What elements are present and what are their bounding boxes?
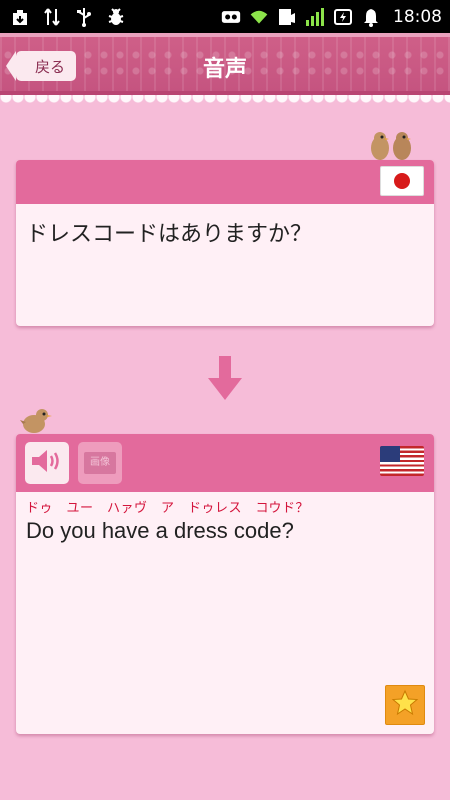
notification-bell-icon [361,7,381,27]
status-bar: 18:08 [0,0,450,33]
source-card-header [16,160,434,204]
lace-divider [0,95,450,109]
battery-icon [333,7,353,27]
call-icon [277,7,297,27]
translation-text: Do you have a dress code? [26,518,294,543]
pronunciation-reading: ドゥ ユー ハァヴ ア ドゥレス コウド？ [26,501,309,516]
translation-card-header: 画像 [16,434,434,492]
japan-flag-icon [380,166,424,196]
play-audio-button[interactable] [25,442,69,484]
image-button-label: 画像 [84,452,116,474]
usb-data-icon [42,7,62,27]
image-button[interactable]: 画像 [78,442,122,484]
clock-time: 18:08 [393,6,442,27]
voicemail-icon [221,7,241,27]
bug-icon [106,7,126,27]
translation-card: 画像 [16,434,434,734]
arrow-down-icon [208,356,242,400]
speaker-icon [30,447,64,479]
signal-icon [305,7,325,27]
favorite-button[interactable] [385,685,425,725]
source-phrase-text: ドレスコードはありますか？ [26,222,313,247]
star-icon [391,689,419,721]
app-header: 戻る 音声 [0,33,450,95]
page-title: 音声 [202,57,247,82]
usb-icon [74,7,94,27]
usa-flag-icon [380,446,424,476]
download-icon [10,7,30,27]
wifi-icon [249,7,269,27]
